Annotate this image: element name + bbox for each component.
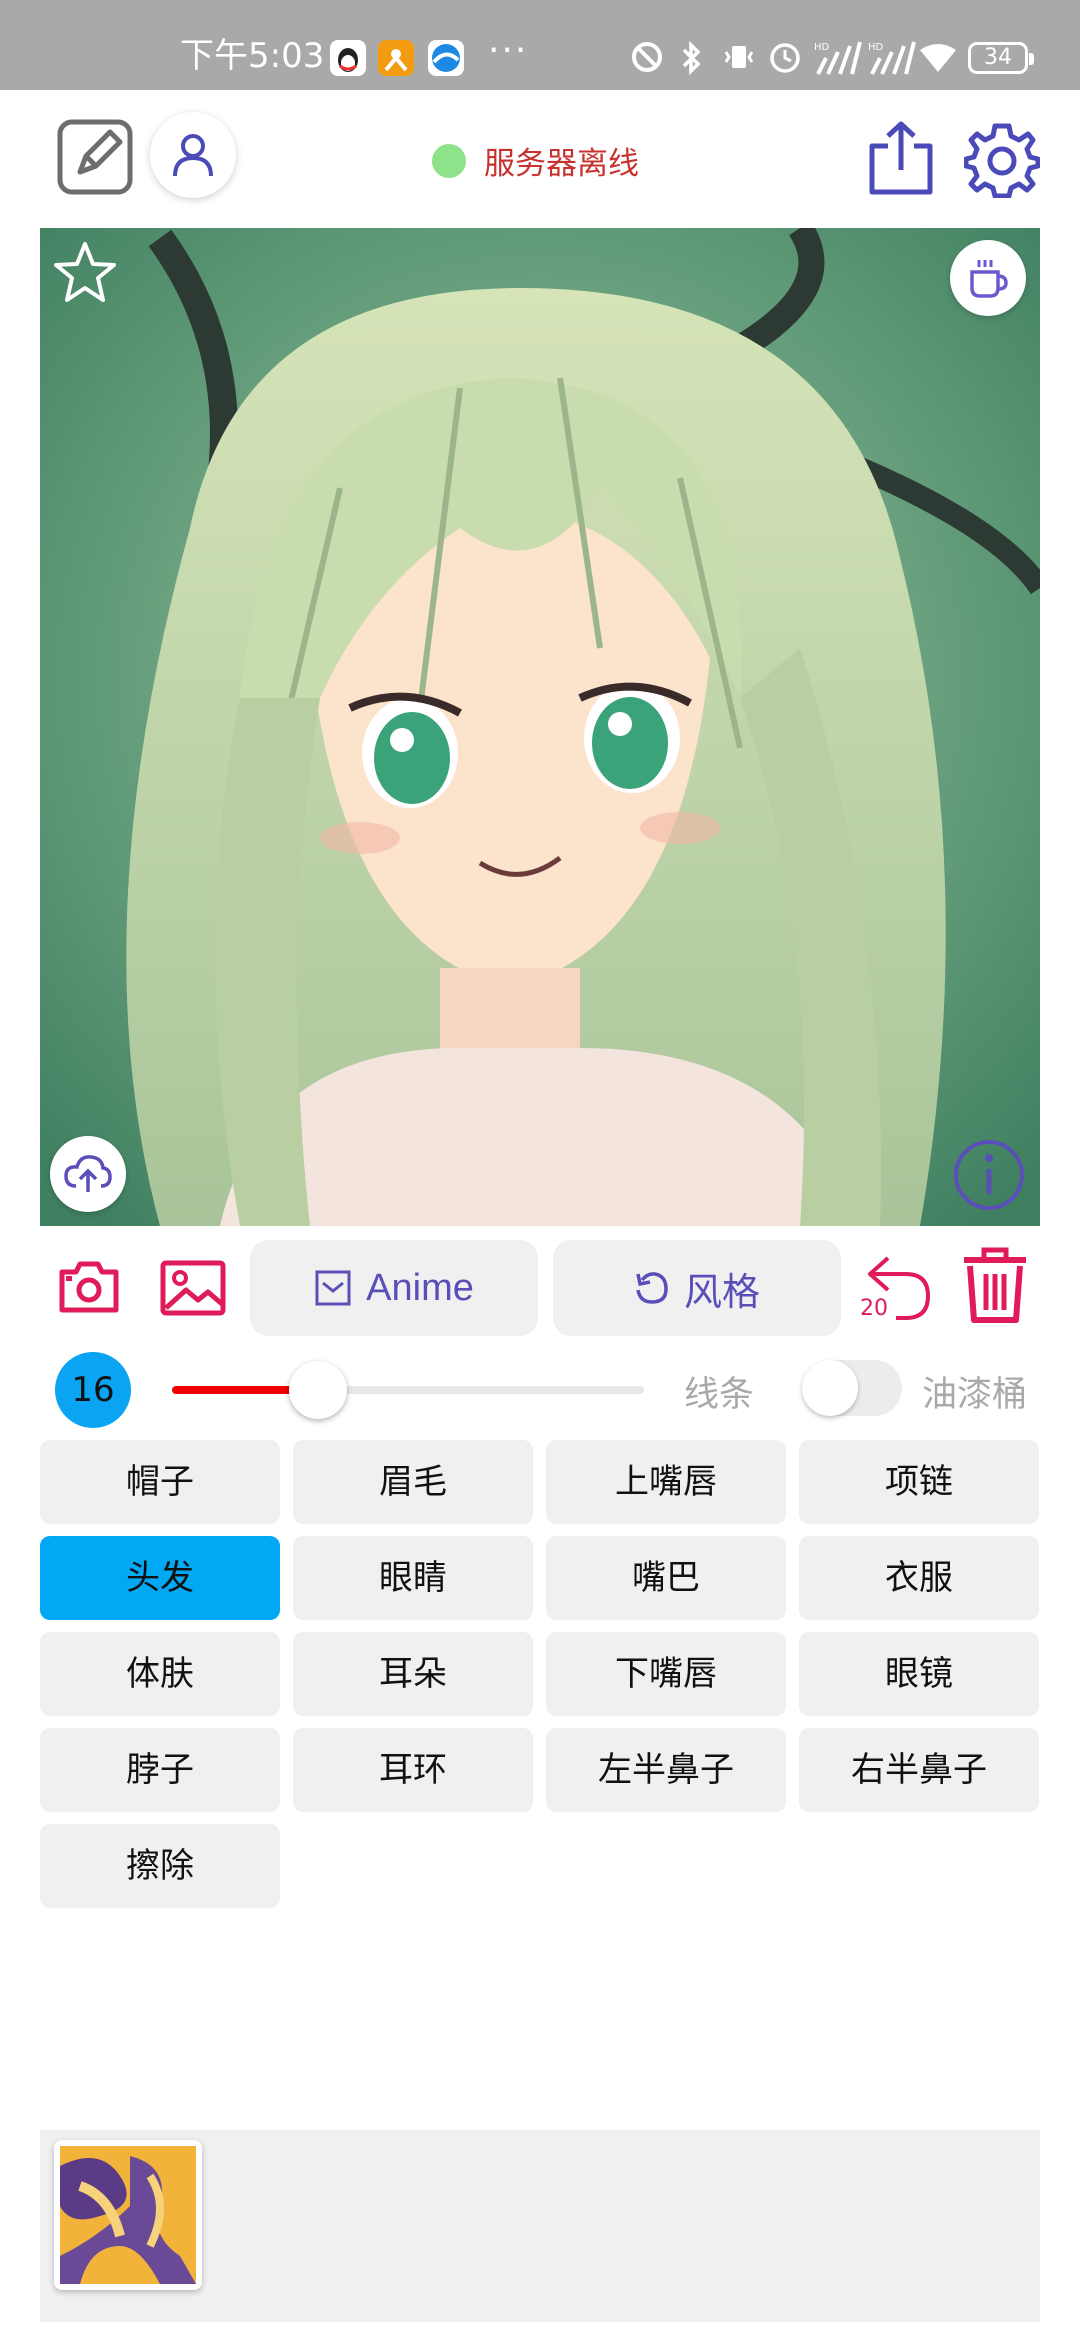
mail-icon [315, 1270, 351, 1306]
generated-anime-image [40, 228, 1040, 1226]
part-button-glasses[interactable]: 眼镜 [799, 1632, 1039, 1716]
undo-count: 20 [860, 1296, 888, 1321]
status-bar: 下午5:03 ··· HD HD 34 [0, 0, 1080, 90]
thumbnail-image [60, 2146, 196, 2284]
style-button[interactable]: 风格 [553, 1240, 841, 1336]
part-button-neck[interactable]: 脖子 [40, 1728, 280, 1812]
svg-text:HD: HD [814, 42, 830, 53]
part-button-eyes[interactable]: 眼睛 [293, 1536, 533, 1620]
settings-gear-icon[interactable] [963, 122, 1041, 202]
battery-indicator: 34 [968, 42, 1034, 74]
info-icon[interactable] [952, 1138, 1026, 1216]
vibrate-icon [722, 40, 756, 83]
line-label: 线条 [684, 1375, 755, 1415]
part-button-clothes[interactable]: 衣服 [799, 1536, 1039, 1620]
more-notifications-icon: ··· [488, 30, 529, 71]
part-button-eyebrows[interactable]: 眉毛 [293, 1440, 533, 1524]
part-button-erase[interactable]: 擦除 [40, 1824, 280, 1908]
alarm-icon [768, 40, 802, 83]
brush-size-slider-thumb[interactable] [289, 1361, 347, 1419]
part-button-left-nose[interactable]: 左半鼻子 [546, 1728, 786, 1812]
share-icon[interactable] [866, 120, 936, 200]
history-thumbnail[interactable] [54, 2140, 202, 2290]
taobao-app-icon [378, 40, 414, 76]
history-strip [40, 2130, 1040, 2322]
qq-app-icon [330, 40, 366, 76]
server-status-dot [432, 143, 466, 178]
gallery-image-icon[interactable] [160, 1260, 226, 1320]
top-bar: 服务器离线 [0, 90, 1080, 225]
bluetooth-icon [676, 40, 706, 85]
wifi-icon [918, 40, 958, 85]
part-button-necklace[interactable]: 项链 [799, 1440, 1039, 1524]
drawing-canvas[interactable] [40, 228, 1040, 1226]
style-label: 风格 [683, 1271, 760, 1314]
svg-text:HD: HD [868, 42, 884, 53]
coffee-cup-icon[interactable] [950, 240, 1026, 316]
part-button-skin[interactable]: 体肤 [40, 1632, 280, 1716]
signal-hd-icon-1: HD [812, 40, 862, 85]
paint-bucket-toggle-knob [802, 1360, 858, 1416]
brush-controls: 16 线条 油漆桶 [0, 1348, 1080, 1428]
brush-size-slider[interactable] [172, 1361, 644, 1419]
part-button-upper-lip[interactable]: 上嘴唇 [546, 1440, 786, 1524]
part-button-earrings[interactable]: 耳环 [293, 1728, 533, 1812]
part-button-right-nose[interactable]: 右半鼻子 [799, 1728, 1039, 1812]
part-button-mouth[interactable]: 嘴巴 [546, 1536, 786, 1620]
status-time: 下午5:03 [180, 36, 325, 76]
camera-icon[interactable] [58, 1260, 120, 1318]
signal-hd-icon-2: HD [866, 40, 916, 85]
server-status-text: 服务器离线 [484, 146, 639, 182]
part-button-ears[interactable]: 耳朵 [293, 1632, 533, 1716]
edit-icon[interactable] [56, 118, 134, 200]
anime-model-button[interactable]: Anime [250, 1240, 538, 1336]
refresh-icon [636, 1272, 668, 1304]
edit-toolbar: Anime 风格 20 [0, 1240, 1080, 1336]
user-profile-icon[interactable] [150, 112, 236, 198]
anime-model-label: Anime [366, 1266, 474, 1309]
part-button-hair[interactable]: 头发 [40, 1536, 280, 1620]
server-status: 服务器离线 [432, 138, 639, 183]
delete-trash-icon[interactable] [960, 1246, 1030, 1328]
favorite-star-icon[interactable] [50, 238, 120, 312]
dnd-icon [630, 40, 664, 83]
brush-size-badge: 16 [55, 1352, 131, 1428]
paint-bucket-label: 油漆桶 [922, 1375, 1028, 1415]
paint-bucket-toggle[interactable] [802, 1360, 902, 1416]
part-button-lower-lip[interactable]: 下嘴唇 [546, 1632, 786, 1716]
cloud-upload-icon[interactable] [50, 1136, 126, 1212]
browser-app-icon [428, 40, 464, 76]
part-button-hat[interactable]: 帽子 [40, 1440, 280, 1524]
